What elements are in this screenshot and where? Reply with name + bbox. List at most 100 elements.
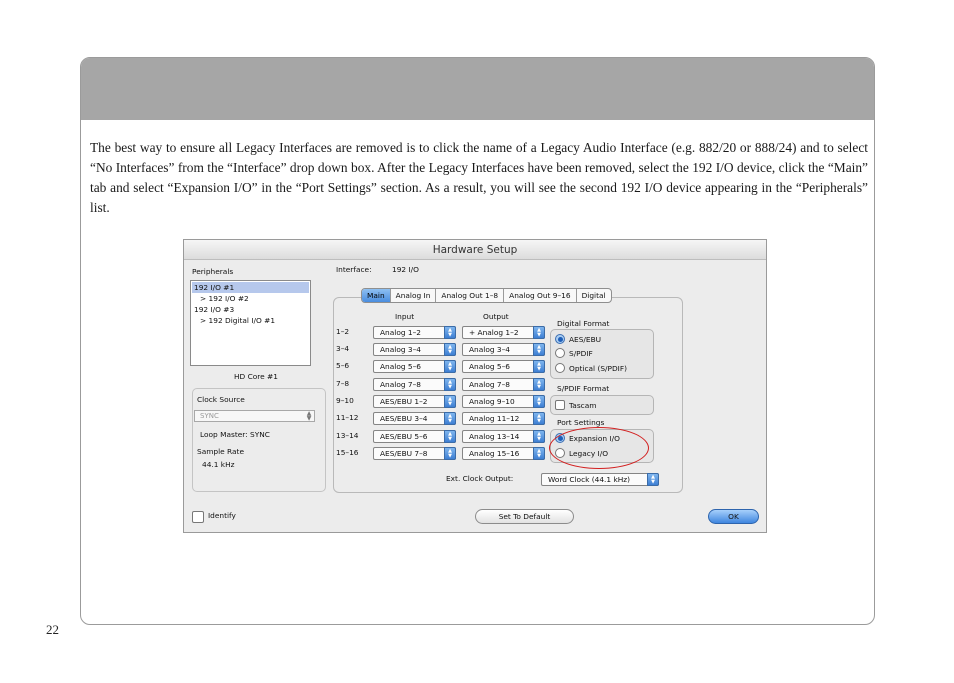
header-band [81,58,874,120]
identify-label: Identify [208,511,236,520]
output-select[interactable]: Analog 11–12 ▲ ▼ [462,412,545,425]
peripheral-item[interactable]: > 192 I/O #2 [192,293,309,304]
channel-label: 15–16 [336,448,359,457]
input-select-value: Analog 5–6 [380,362,421,371]
tab-analog-out-9-16[interactable]: Analog Out 9–16 [504,289,577,302]
channel-label: 7–8 [336,379,350,388]
clock-source-label: Clock Source [197,395,245,404]
interface-label: Interface: [336,265,372,274]
tascam-checkbox[interactable] [555,400,565,410]
loop-master-label: Loop Master: SYNC [200,430,270,439]
output-select[interactable]: Analog 5–6 ▲ ▼ [462,360,545,373]
popup-arrows-icon: ▲ ▼ [533,360,545,373]
output-select-value: Analog 15–16 [469,449,520,458]
input-select[interactable]: AES/EBU 5–6 ▲ ▼ [373,430,456,443]
channel-label: 5–6 [336,361,350,370]
optical-label: Optical (S/PDIF) [569,364,627,373]
popup-arrows-icon: ▲ ▼ [444,395,456,408]
spdif-format-group [550,395,654,415]
output-select-value: Analog 7–8 [469,380,510,389]
input-header: Input [395,312,415,321]
channel-label: 9–10 [336,396,354,405]
spdif-format-label: S/PDIF Format [557,384,610,393]
tab-digital[interactable]: Digital [577,289,611,302]
popup-arrows-icon: ▲ ▼ [444,360,456,373]
tab-main[interactable]: Main [362,289,391,302]
hd-core-label: HD Core #1 [234,372,278,381]
popup-arrows-icon: ▲ ▼ [533,326,545,339]
clock-source-value: SYNC [200,412,219,420]
set-to-default-button[interactable]: Set To Default [475,509,574,524]
highlight-ellipse [549,427,649,469]
popup-arrows-icon: ▲ ▼ [444,447,456,460]
popup-arrows-icon: ▲ ▼ [444,343,456,356]
output-select[interactable]: Analog 7–8 ▲ ▼ [462,378,545,391]
tab-analog-in[interactable]: Analog In [391,289,437,302]
input-select-value: AES/EBU 5–6 [380,432,428,441]
input-select[interactable]: AES/EBU 1–2 ▲ ▼ [373,395,456,408]
input-select-value: Analog 3–4 [380,345,421,354]
aes-ebu-label: AES/EBU [569,335,602,344]
output-select-value: + Analog 1–2 [469,328,519,337]
tab-analog-out-1-8[interactable]: Analog Out 1–8 [436,289,505,302]
tab-bar: Main Analog In Analog Out 1–8 Analog Out… [361,288,612,303]
popup-arrows-icon: ▲ ▼ [444,430,456,443]
popup-arrows-icon: ▲ ▼ [444,326,456,339]
input-select-value: AES/EBU 7–8 [380,449,428,458]
output-select[interactable]: Analog 9–10 ▲ ▼ [462,395,545,408]
digital-format-label: Digital Format [557,319,610,328]
output-select-value: Analog 9–10 [469,397,515,406]
dialog-title: Hardware Setup [184,240,766,260]
peripherals-label: Peripherals [192,267,234,276]
ext-clock-label: Ext. Clock Output: [446,474,514,483]
input-select[interactable]: Analog 1–2 ▲ ▼ [373,326,456,339]
output-select-value: Analog 5–6 [469,362,510,371]
spdif-label: S/PDIF [569,349,593,358]
body-paragraph: The best way to ensure all Legacy Interf… [90,140,868,215]
output-select-value: Analog 11–12 [469,414,520,423]
radio-aes-ebu[interactable] [555,334,565,344]
peripheral-item[interactable]: > 192 Digital I/O #1 [192,315,309,326]
popup-arrows-icon: ▲ ▼ [444,412,456,425]
peripheral-item[interactable]: 192 I/O #3 [192,304,309,315]
channel-label: 13–14 [336,431,359,440]
peripherals-list[interactable]: 192 I/O #1 > 192 I/O #2 192 I/O #3 > 192… [190,280,311,366]
ext-clock-value: Word Clock (44.1 kHz) [548,475,631,484]
popup-arrows-icon: ▲ ▼ [533,447,545,460]
interface-value[interactable]: 192 I/O [392,265,419,275]
hardware-setup-dialog: Hardware Setup Peripherals 192 I/O #1 > … [183,239,767,533]
stepper-icon: ▲ ▼ [306,410,312,422]
popup-arrows-icon: ▲ ▼ [533,378,545,391]
peripheral-item[interactable]: 192 I/O #1 [192,282,309,293]
output-header: Output [483,312,509,321]
input-select-value: Analog 7–8 [380,380,421,389]
output-select[interactable]: Analog 3–4 ▲ ▼ [462,343,545,356]
input-select-value: AES/EBU 3–4 [380,414,428,423]
input-select[interactable]: AES/EBU 3–4 ▲ ▼ [373,412,456,425]
radio-optical[interactable] [555,363,565,373]
input-select[interactable]: Analog 3–4 ▲ ▼ [373,343,456,356]
output-select-value: Analog 13–14 [469,432,520,441]
radio-spdif[interactable] [555,348,565,358]
channel-label: 11–12 [336,413,359,422]
output-select[interactable]: Analog 13–14 ▲ ▼ [462,430,545,443]
output-select-value: Analog 3–4 [469,345,510,354]
identify-checkbox[interactable] [192,511,204,523]
sample-rate-label: Sample Rate [197,447,245,456]
popup-arrows-icon: ▲ ▼ [533,343,545,356]
clock-source-select[interactable]: SYNC ▲ ▼ [194,410,315,422]
input-select[interactable]: AES/EBU 7–8 ▲ ▼ [373,447,456,460]
output-select[interactable]: + Analog 1–2 ▲ ▼ [462,326,545,339]
tascam-label: Tascam [569,401,597,410]
popup-arrows-icon: ▲ ▼ [533,430,545,443]
popup-arrows-icon: ▲ ▼ [533,412,545,425]
popup-arrows-icon: ▲ ▼ [533,395,545,408]
ok-button[interactable]: OK [708,509,759,524]
ext-clock-select[interactable]: Word Clock (44.1 kHz) ▲ ▼ [541,473,659,486]
input-select-value: AES/EBU 1–2 [380,397,428,406]
page-number: 22 [46,622,59,637]
input-select[interactable]: Analog 7–8 ▲ ▼ [373,378,456,391]
output-select[interactable]: Analog 15–16 ▲ ▼ [462,447,545,460]
channel-label: 1–2 [336,327,350,336]
input-select[interactable]: Analog 5–6 ▲ ▼ [373,360,456,373]
